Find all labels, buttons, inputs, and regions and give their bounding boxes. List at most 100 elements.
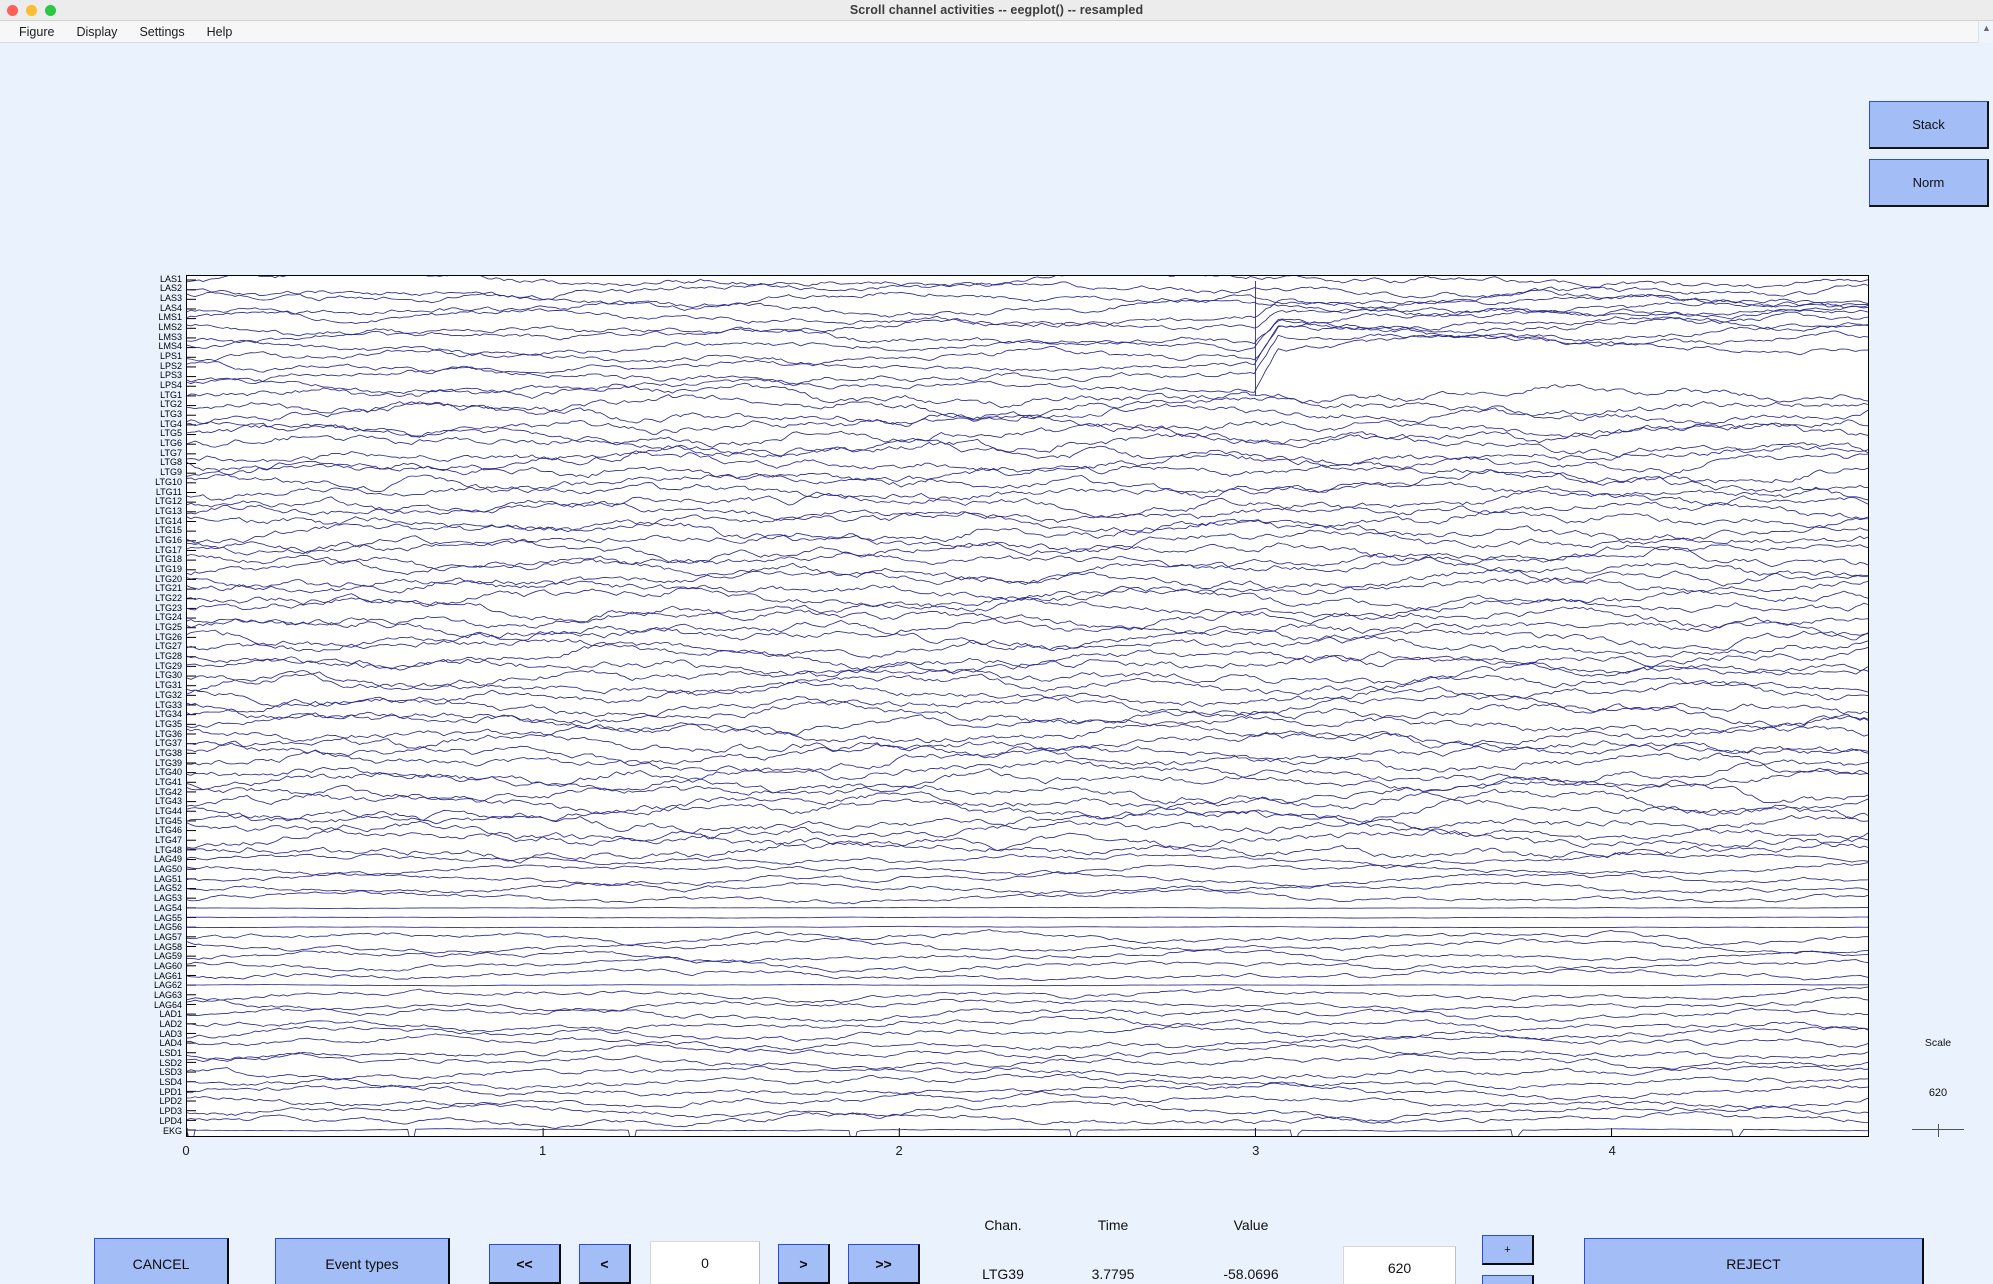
channel-label: LAG49 <box>153 854 182 865</box>
scale-increase-button[interactable]: + <box>1482 1235 1534 1265</box>
channel-label: LAS3 <box>159 292 182 303</box>
fast-rewind-button[interactable]: << <box>489 1244 561 1284</box>
eeg-trace <box>187 820 1868 845</box>
norm-button[interactable]: Norm <box>1869 159 1989 207</box>
eeg-trace <box>187 906 1868 909</box>
eeg-trace <box>187 625 1868 652</box>
channel-label: LTG36 <box>155 728 182 739</box>
eeg-trace <box>187 1033 1868 1051</box>
minimize-window-icon[interactable] <box>26 5 37 16</box>
stack-button[interactable]: Stack <box>1869 101 1989 149</box>
channel-label: LMS4 <box>158 341 182 352</box>
channel-label-column: LAS1 LAS2 LAS3 LAS4 LMS1 LMS2 LMS3 LMS4 LPS1 LPS2… <box>96 274 186 1137</box>
menu-help[interactable]: Help <box>196 21 244 43</box>
channel-label: LAG52 <box>153 883 182 894</box>
scale-legend-value: 620 <box>1928 1087 1948 1099</box>
channel-label: LAG61 <box>153 970 182 981</box>
eeg-trace <box>187 422 1868 448</box>
channel-label: LSD2 <box>159 1057 182 1068</box>
channel-label: LAG60 <box>153 960 182 971</box>
scale-input[interactable]: 620 <box>1343 1246 1456 1284</box>
channel-label: LAG64 <box>153 999 182 1010</box>
eeg-trace <box>187 655 1868 677</box>
channel-label: LTG43 <box>155 796 182 807</box>
eeg-plot-box[interactable] <box>186 275 1869 1137</box>
menu-figure[interactable]: Figure <box>8 21 65 43</box>
channel-label: LTG41 <box>155 776 182 787</box>
eeg-trace <box>187 307 1868 345</box>
channel-label: LTG38 <box>155 747 182 758</box>
channel-label: LSD1 <box>159 1048 182 1059</box>
channel-label: LPD3 <box>159 1106 182 1117</box>
channel-label: LTG2 <box>160 399 182 410</box>
channel-label: LTG28 <box>155 651 182 662</box>
eeg-trace <box>187 1082 1868 1101</box>
channel-label: LSD3 <box>159 1067 182 1078</box>
channel-label: LTG21 <box>155 583 182 594</box>
eeg-plot-area[interactable]: LAS1 LAS2 LAS3 LAS4 LMS1 LMS2 LMS3 LMS4 LPS1 LPS2… <box>154 274 1869 1158</box>
channel-label: LAG63 <box>153 989 182 1000</box>
eeg-trace <box>187 692 1868 717</box>
channel-label: LTG6 <box>160 438 182 449</box>
x-tick-label: 1 <box>538 1143 547 1158</box>
eeg-trace <box>187 916 1868 919</box>
scale-legend: Scale 620 <box>1898 1037 1978 1137</box>
eeg-trace <box>187 276 1868 289</box>
close-window-icon[interactable] <box>7 5 18 16</box>
channel-label: LTG44 <box>155 806 182 816</box>
channel-label: EKG <box>162 1125 182 1136</box>
eeg-trace <box>187 500 1868 523</box>
eeg-trace <box>187 1065 1868 1081</box>
channel-label: LAG50 <box>153 864 182 875</box>
scale-decrease-button[interactable]: - <box>1482 1275 1534 1284</box>
eeg-trace <box>187 748 1868 774</box>
position-input[interactable]: 0 <box>650 1241 760 1284</box>
channel-label: LAD4 <box>159 1038 182 1049</box>
event-types-button[interactable]: Event types <box>275 1238 450 1284</box>
forward-button[interactable]: > <box>778 1244 830 1284</box>
channel-label: LTG17 <box>155 544 182 555</box>
rewind-button[interactable]: < <box>579 1244 631 1284</box>
x-tick-label: 0 <box>182 1143 190 1158</box>
channel-label: LTG34 <box>155 709 182 720</box>
window-titlebar: Scroll channel activities -- eegplot() -… <box>0 0 1993 21</box>
eeg-trace <box>187 760 1868 787</box>
eeg-trace <box>187 938 1868 954</box>
eeg-trace <box>187 986 1868 1003</box>
scale-legend-bar-icon <box>1898 1123 1978 1137</box>
channel-label: LTG1 <box>160 389 182 400</box>
reject-button[interactable]: REJECT <box>1584 1238 1924 1284</box>
time-readout-label: Time <box>1097 1217 1129 1233</box>
channel-label: LTG40 <box>155 767 182 778</box>
eeg-trace <box>187 641 1868 671</box>
cancel-button[interactable]: CANCEL <box>94 1238 229 1284</box>
maximize-window-icon[interactable] <box>45 5 56 16</box>
channel-label: LTG27 <box>155 641 182 652</box>
menu-settings[interactable]: Settings <box>128 21 195 43</box>
channel-label: LTG30 <box>155 670 182 681</box>
value-readout-value: -58.0696 <box>1223 1266 1279 1282</box>
channel-label: LMS2 <box>158 321 182 332</box>
fast-forward-button[interactable]: >> <box>848 1244 920 1284</box>
eeg-trace <box>187 438 1868 469</box>
menu-display[interactable]: Display <box>65 21 128 43</box>
x-tick-label: 3 <box>1252 1143 1260 1158</box>
traffic-light-buttons[interactable] <box>7 0 56 21</box>
eeg-trace <box>187 635 1868 659</box>
scroll-up-icon[interactable]: ▲ <box>1979 21 1993 35</box>
channel-label: LTG45 <box>155 815 182 826</box>
channel-label: LAG53 <box>153 893 182 904</box>
value-readout-label: Value <box>1233 1217 1269 1233</box>
eeg-trace <box>187 852 1868 867</box>
eeg-trace <box>187 585 1868 611</box>
channel-label: LTG14 <box>155 515 182 526</box>
eeg-trace <box>187 1073 1868 1090</box>
channel-label: LTG35 <box>155 718 182 729</box>
eeg-trace <box>187 305 1868 337</box>
channel-label: LTG11 <box>155 486 182 497</box>
channel-label: LTG46 <box>155 825 182 836</box>
channel-label: LTG22 <box>155 593 182 603</box>
eeg-trace <box>187 767 1868 794</box>
eeg-trace <box>187 287 1868 308</box>
time-readout-value: 3.7795 <box>1091 1266 1135 1282</box>
